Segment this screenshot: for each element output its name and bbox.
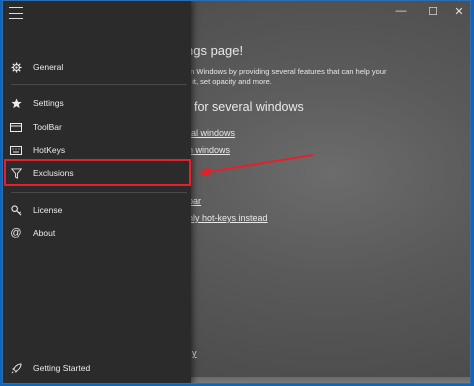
annotation-highlight-box (4, 159, 191, 186)
nav-label-license: License (33, 205, 63, 215)
nav-item-general[interactable]: General (3, 56, 191, 78)
nav-label-toolbar: ToolBar (33, 122, 62, 132)
link-bottom[interactable]: y (192, 348, 197, 358)
hamburger-menu-icon[interactable] (9, 7, 23, 19)
rocket-icon (9, 362, 23, 374)
at-icon: @ (10, 227, 22, 239)
minimize-button[interactable]: — (387, 1, 415, 21)
intro-line-2: g it, set opacity and more. (186, 77, 272, 86)
key-icon (9, 204, 23, 216)
nav-item-about[interactable]: @ About (3, 222, 191, 244)
nav-divider (11, 192, 187, 193)
maximize-button[interactable]: ☐ (419, 1, 447, 21)
nav-label-general: General (33, 62, 64, 72)
section-heading: for several windows (194, 100, 304, 114)
navigation-pane: General Settings ToolBar HotKeys Exclusi… (3, 1, 191, 383)
gear-icon (9, 61, 23, 73)
nav-label-about: About (33, 228, 56, 238)
app-window: ngs page! on Windows by providing severa… (2, 0, 471, 384)
nav-item-license[interactable]: License (3, 199, 191, 221)
keyboard-icon (9, 145, 23, 155)
link-several-windows[interactable]: ral windows (188, 128, 235, 138)
toolbar-icon (9, 122, 23, 132)
link-hotkeys-only[interactable]: nly hot-keys instead (188, 213, 268, 223)
nav-item-getting-started[interactable]: Getting Started (3, 357, 191, 379)
star-icon (9, 97, 23, 109)
nav-item-settings[interactable]: Settings (3, 92, 191, 114)
nav-item-toolbar[interactable]: ToolBar (3, 116, 191, 138)
nav-label-getting-started: Getting Started (33, 363, 91, 373)
annotation-arrow-icon (198, 154, 314, 177)
nav-label-settings: Settings (33, 98, 64, 108)
intro-line-1: on Windows by providing several features… (186, 67, 387, 76)
nav-divider (11, 84, 187, 85)
nav-label-hotkeys: HotKeys (33, 145, 66, 155)
close-button[interactable]: ✕ (445, 1, 470, 21)
nav-item-hotkeys[interactable]: HotKeys (3, 139, 191, 161)
page-heading: ngs page! (186, 43, 244, 58)
